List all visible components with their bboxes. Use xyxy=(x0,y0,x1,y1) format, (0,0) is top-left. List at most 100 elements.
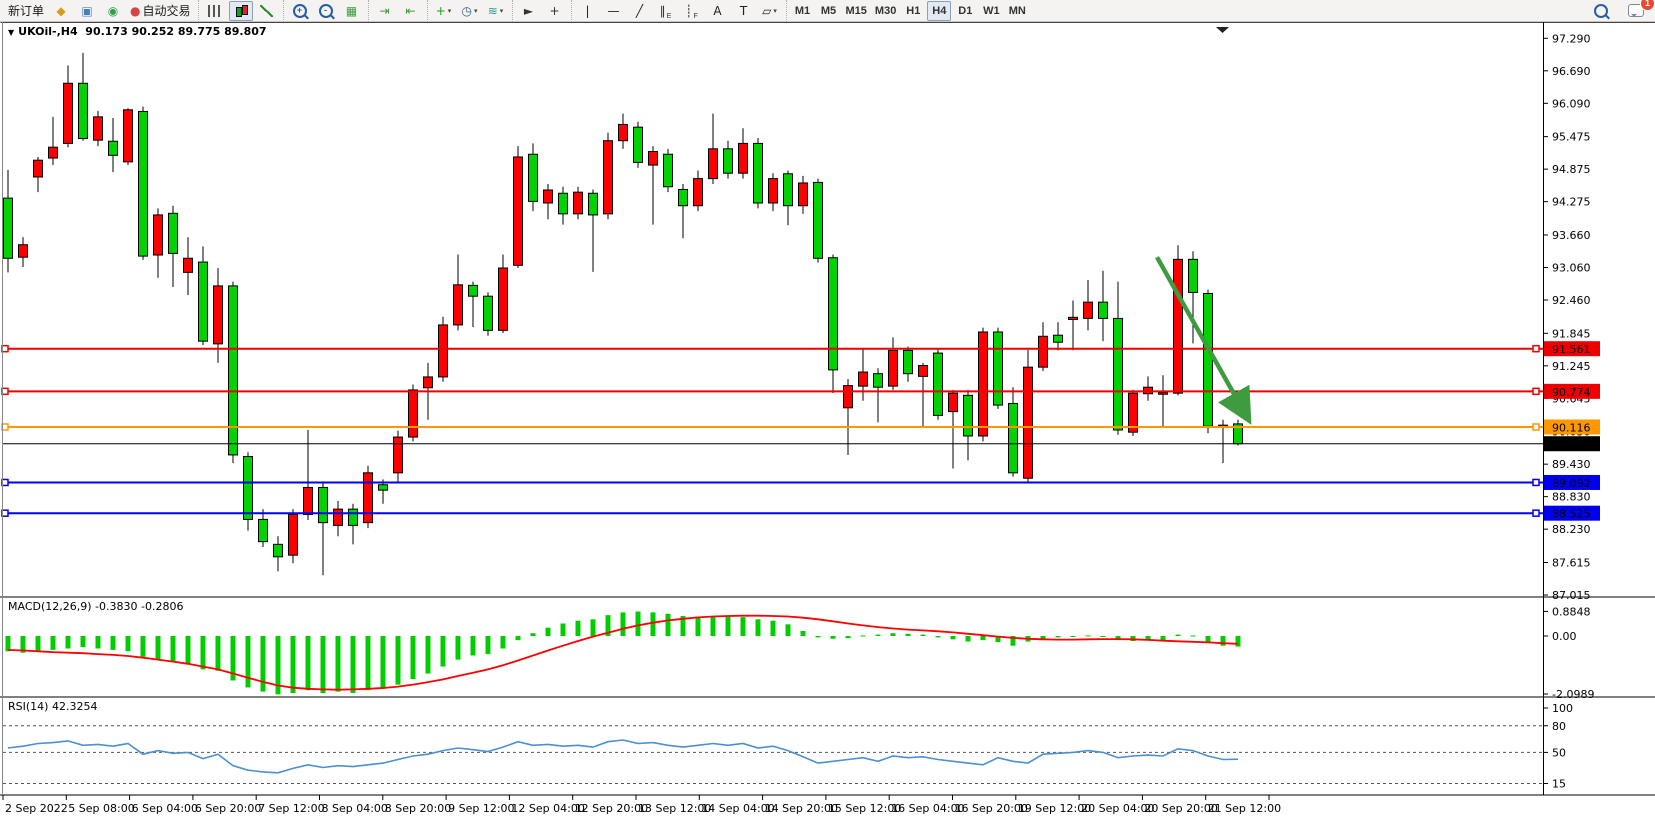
cursor-button[interactable]: ► xyxy=(517,1,541,21)
line-handle[interactable] xyxy=(1533,510,1539,516)
vertical-line-button[interactable]: | xyxy=(576,1,600,21)
candle-up[interactable] xyxy=(94,117,103,140)
candle-down[interactable] xyxy=(4,198,13,258)
candle-down[interactable] xyxy=(1114,318,1123,430)
candle-up[interactable] xyxy=(1084,302,1093,318)
tf-d1[interactable]: D1 xyxy=(953,1,977,21)
crosshair-button[interactable]: + xyxy=(543,1,567,21)
signals-icon[interactable]: ◉ xyxy=(101,1,125,21)
candle-down[interactable] xyxy=(139,111,148,256)
periods-clock-button[interactable]: ◷▾ xyxy=(458,1,482,21)
candle-down[interactable] xyxy=(169,213,178,253)
candle-down[interactable] xyxy=(994,332,1003,405)
candle-up[interactable] xyxy=(949,393,958,411)
candle-down[interactable] xyxy=(814,182,823,258)
chart-canvas[interactable]: 97.29096.69096.09095.47594.87594.27593.6… xyxy=(0,22,1655,822)
indicators-button[interactable]: +▾ xyxy=(432,1,456,21)
channel-button[interactable]: ∥E xyxy=(654,1,678,21)
candle-down[interactable] xyxy=(934,353,943,415)
candle-down[interactable] xyxy=(379,485,388,490)
tf-h1[interactable]: H1 xyxy=(901,1,925,21)
candle-up[interactable] xyxy=(439,325,448,377)
candle-up[interactable] xyxy=(214,286,223,344)
chart-shift-button[interactable]: ⇤ xyxy=(399,1,423,21)
candle-down[interactable] xyxy=(664,154,673,187)
candle-up[interactable] xyxy=(859,372,868,386)
tf-h4[interactable]: H4 xyxy=(927,1,951,21)
candle-up[interactable] xyxy=(49,147,58,158)
horizontal-line-button[interactable]: — xyxy=(602,1,626,21)
tile-windows-button[interactable]: ▦ xyxy=(340,1,364,21)
candle-down[interactable] xyxy=(589,193,598,215)
candle-up[interactable] xyxy=(979,332,988,436)
candle-down[interactable] xyxy=(634,127,643,162)
line-handle[interactable] xyxy=(1533,424,1539,430)
candle-down[interactable] xyxy=(109,141,118,155)
candle-up[interactable] xyxy=(739,143,748,173)
chart-title-caret-icon[interactable]: ▼ xyxy=(8,28,14,37)
candle-up[interactable] xyxy=(694,179,703,206)
candle-down[interactable] xyxy=(1189,259,1198,292)
search-icon-button[interactable] xyxy=(1589,1,1613,21)
tf-w1[interactable]: W1 xyxy=(979,1,1003,21)
tf-m30[interactable]: M30 xyxy=(872,1,899,21)
zoom-in-button[interactable]: + xyxy=(288,1,312,21)
candle-down[interactable] xyxy=(904,350,913,373)
candle-down[interactable] xyxy=(274,544,283,556)
candle-down[interactable] xyxy=(79,83,88,138)
candle-up[interactable] xyxy=(124,110,133,162)
candle-up[interactable] xyxy=(454,285,463,325)
candle-down[interactable] xyxy=(754,143,763,203)
candle-up[interactable] xyxy=(499,268,508,330)
candle-down[interactable] xyxy=(259,519,268,541)
candle-down[interactable] xyxy=(1054,335,1063,342)
periods-clock-button-dropdown-icon[interactable]: ▾ xyxy=(474,7,478,15)
candle-down[interactable] xyxy=(229,286,238,455)
candle-down[interactable] xyxy=(529,154,538,201)
candle-up[interactable] xyxy=(334,509,343,525)
candle-up[interactable] xyxy=(364,473,373,523)
candle-up[interactable] xyxy=(889,350,898,386)
candle-down[interactable] xyxy=(784,174,793,206)
candle-up[interactable] xyxy=(574,192,583,214)
candle-up[interactable] xyxy=(1069,317,1078,319)
notification-badge[interactable]: 1 xyxy=(1640,0,1655,11)
label-button[interactable]: T xyxy=(732,1,756,21)
line-handle[interactable] xyxy=(1533,388,1539,394)
candle-up[interactable] xyxy=(424,377,433,388)
candle-up[interactable] xyxy=(154,215,163,255)
shapes-button[interactable]: ▱▾ xyxy=(758,1,782,21)
fibonacci-button[interactable]: ┊F xyxy=(680,1,704,21)
candle-up[interactable] xyxy=(844,386,853,408)
auto-trading-button[interactable]: ●自动交易 xyxy=(127,1,194,21)
charts-window-icon[interactable]: ▣ xyxy=(75,1,99,21)
tf-mn[interactable]: MN xyxy=(1005,1,1029,21)
candle-up[interactable] xyxy=(544,190,553,203)
candle-up[interactable] xyxy=(619,124,628,140)
candle-up[interactable] xyxy=(709,149,718,179)
tf-m15[interactable]: M15 xyxy=(843,1,870,21)
candle-down[interactable] xyxy=(1099,302,1108,318)
candle-up[interactable] xyxy=(289,515,298,556)
candle-down[interactable] xyxy=(469,285,478,296)
candle-up[interactable] xyxy=(184,258,193,272)
candle-up[interactable] xyxy=(409,390,418,437)
candle-up[interactable] xyxy=(1159,393,1168,395)
candle-up[interactable] xyxy=(304,487,313,514)
candle-down[interactable] xyxy=(559,193,568,214)
candle-up[interactable] xyxy=(1039,336,1048,367)
trendline-button[interactable]: ╱ xyxy=(628,1,652,21)
candle-down[interactable] xyxy=(484,296,493,330)
new-order-button[interactable]: 新订单 xyxy=(3,1,47,21)
candle-up[interactable] xyxy=(394,437,403,473)
candle-down[interactable] xyxy=(244,457,253,520)
tf-m1[interactable]: M1 xyxy=(791,1,815,21)
candle-down[interactable] xyxy=(1204,293,1213,426)
line-chart-button[interactable] xyxy=(255,1,279,21)
indicators-button-dropdown-icon[interactable]: ▾ xyxy=(448,7,452,15)
zoom-out-button[interactable]: - xyxy=(314,1,338,21)
candle-up[interactable] xyxy=(604,141,613,214)
candle-up[interactable] xyxy=(1174,259,1183,393)
candle-up[interactable] xyxy=(919,366,928,377)
candle-down[interactable] xyxy=(679,189,688,205)
